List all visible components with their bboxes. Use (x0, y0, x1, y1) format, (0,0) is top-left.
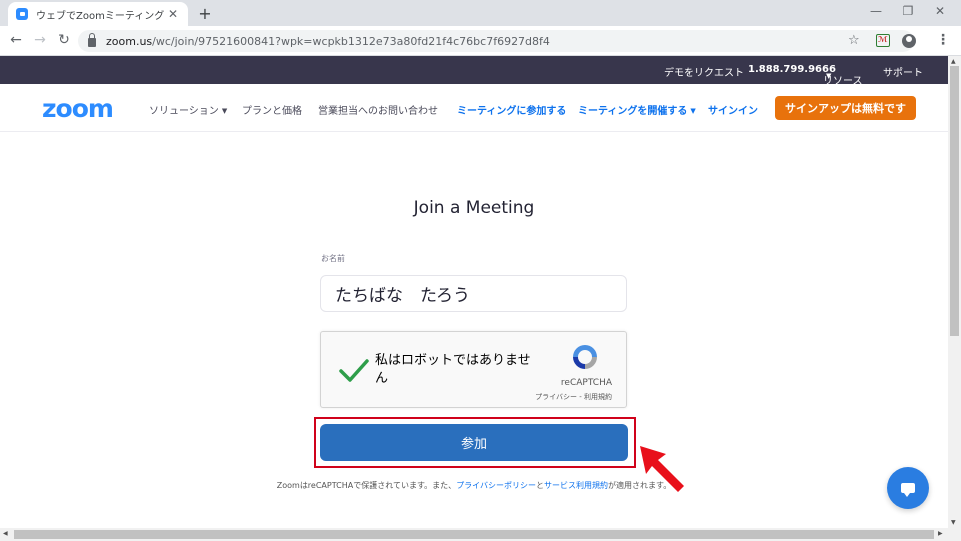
chevron-down-icon: ▼ (221, 107, 228, 115)
tab-title: ウェブでZoomミーティング - Zoom (36, 10, 166, 22)
chat-button[interactable] (887, 467, 929, 509)
back-arrow-icon[interactable]: ← (8, 32, 24, 48)
browser-toolbar: ← → ↻ zoom.us /wc/join/97521600841?wpk=w… (0, 26, 961, 56)
profile-icon[interactable] (902, 34, 916, 48)
page-title: Join a Meeting (413, 198, 535, 218)
zoom-favicon-icon (16, 8, 28, 20)
scroll-left-icon[interactable]: ◀ (3, 530, 8, 537)
scroll-right-icon[interactable]: ▶ (938, 530, 943, 537)
name-input[interactable] (320, 275, 627, 312)
zoom-logo[interactable]: zoom (42, 94, 114, 123)
nav-solutions[interactable]: ソリューション ▼ (149, 102, 227, 117)
notice-suffix: が適用されます。 (608, 481, 672, 490)
nav-contact-sales[interactable]: 営業担当へのお問い合わせ (318, 102, 438, 117)
nav-host-meeting[interactable]: ミーティングを開催する ▼ (578, 102, 696, 117)
nav-sign-in[interactable]: サインイン (708, 102, 758, 117)
browser-tab[interactable]: ウェブでZoomミーティング - Zoom ✕ (8, 2, 188, 26)
request-demo-link[interactable]: デモをリクエスト (664, 64, 744, 79)
chat-icon (901, 483, 915, 497)
vertical-scroll-thumb[interactable] (950, 66, 959, 336)
notice-prefix: ZoomはreCAPTCHAで保護されています。また、 (276, 481, 457, 490)
forward-arrow-icon[interactable]: → (32, 32, 48, 48)
utility-bar: デモをリクエスト 1.888.799.9666 リソース ▼ サポート (0, 56, 948, 87)
recaptcha-links[interactable]: プライバシー - 利用規約 (535, 392, 612, 402)
lock-icon (88, 33, 96, 47)
scroll-up-icon[interactable]: ▲ (951, 58, 956, 65)
sign-up-button[interactable]: サインアップは無料です (775, 96, 916, 120)
reload-icon[interactable]: ↻ (56, 32, 72, 48)
star-icon[interactable]: ☆ (848, 33, 860, 48)
chevron-down-icon: ▼ (690, 107, 696, 115)
recaptcha-brand: reCAPTCHA (560, 378, 612, 388)
kebab-menu-icon[interactable]: ⋮ (936, 32, 950, 48)
vertical-scrollbar[interactable]: ▲ ▼ (948, 56, 961, 528)
tab-strip: ウェブでZoomミーティング - Zoom ✕ + — ❐ ✕ (0, 0, 961, 26)
extension-icon[interactable]: ℳ (876, 34, 890, 47)
restore-icon[interactable]: ❐ (898, 4, 918, 18)
privacy-policy-link[interactable]: プライバシーポリシー (456, 481, 536, 490)
main-navbar: zoom ソリューション ▼ プランと価格 営業担当へのお問い合わせ ミーティング… (0, 84, 948, 132)
recaptcha-label: 私はロボットではありません (375, 353, 531, 386)
nav-solutions-label: ソリューション (149, 106, 219, 117)
name-label: お名前 (321, 254, 345, 263)
minimize-icon[interactable]: — (866, 4, 886, 18)
scroll-down-icon[interactable]: ▼ (951, 519, 956, 526)
horizontal-scroll-thumb[interactable] (14, 530, 934, 539)
tab-close-icon[interactable]: ✕ (166, 7, 180, 21)
checkmark-icon[interactable] (338, 354, 370, 386)
url-host: zoom.us (106, 34, 153, 48)
notice-and: と (536, 481, 545, 490)
nav-host-meeting-label: ミーティングを開催する (578, 106, 688, 117)
horizontal-scrollbar[interactable]: ◀ ▶ (0, 528, 961, 541)
chevron-down-icon: ▼ (826, 72, 832, 80)
recaptcha-logo-icon (573, 345, 597, 369)
join-button[interactable]: 参加 (320, 424, 628, 461)
recaptcha-widget: 私はロボットではありません reCAPTCHA プライバシー - 利用規約 (320, 331, 627, 408)
support-link[interactable]: サポート (883, 64, 923, 79)
nav-join-meeting[interactable]: ミーティングに参加する (457, 102, 566, 117)
address-bar[interactable]: zoom.us /wc/join/97521600841?wpk=wcpkb13… (78, 30, 914, 52)
nav-pricing[interactable]: プランと価格 (242, 102, 302, 117)
window-close-icon[interactable]: ✕ (930, 4, 950, 18)
url-path: /wc/join/97521600841?wpk=wcpkb1312e73a80… (152, 34, 550, 48)
terms-link[interactable]: サービス利用規約 (544, 481, 608, 490)
new-tab-button[interactable]: + (196, 4, 214, 23)
recaptcha-notice: ZoomはreCAPTCHAで保護されています。また、プライバシーポリシーとサー… (0, 480, 948, 491)
